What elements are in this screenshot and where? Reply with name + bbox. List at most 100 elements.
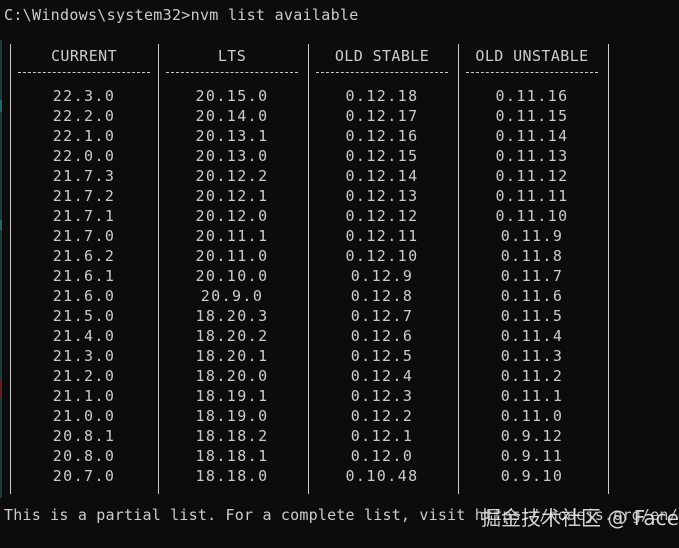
version-cell: 0.12.9 (350, 267, 414, 285)
version-cell: 20.11.0 (195, 247, 269, 265)
column-separator (608, 44, 609, 494)
version-cell: 0.11.1 (500, 387, 564, 405)
version-cell: 18.20.3 (195, 307, 269, 325)
version-cell: 0.12.18 (345, 87, 419, 105)
version-cell: 21.5.0 (52, 307, 116, 325)
column-separator (308, 44, 309, 494)
version-cell: 0.12.11 (345, 227, 419, 245)
column-values: 20.15.0 20.14.0 20.13.1 20.13.0 20.12.2 20.12… (162, 86, 302, 486)
version-cell: 0.11.0 (500, 407, 564, 425)
version-cell: 21.7.1 (52, 207, 116, 225)
header-rule (166, 72, 298, 73)
version-cell: 0.11.10 (495, 207, 569, 225)
version-cell: 21.2.0 (52, 367, 116, 385)
column-header: OLD STABLE (334, 47, 430, 65)
version-cell: 0.12.8 (350, 287, 414, 305)
version-cell: 0.12.7 (350, 307, 414, 325)
version-cell: 22.0.0 (52, 147, 116, 165)
version-cell: 0.11.12 (495, 167, 569, 185)
column-old-stable: OLD STABLE 0.12.18 0.12.17 0.12.16 0.12.15 0… (312, 46, 452, 485)
version-cell: 0.12.6 (350, 327, 414, 345)
scroll-mark (0, 220, 2, 230)
header-rule (466, 72, 598, 73)
version-cell: 0.12.1 (350, 427, 414, 445)
version-cell: 20.11.1 (195, 227, 269, 245)
version-cell: 0.9.12 (500, 427, 564, 445)
column-old-unstable: OLD UNSTABLE 0.11.16 0.11.15 0.11.14 0.11.1… (462, 46, 602, 485)
version-cell: 0.11.6 (500, 287, 564, 305)
version-cell: 20.14.0 (195, 107, 269, 125)
version-cell: 18.19.1 (195, 387, 269, 405)
version-cell: 0.12.3 (350, 387, 414, 405)
version-cell: 20.9.0 (200, 287, 264, 305)
version-cell: 0.12.15 (345, 147, 419, 165)
version-cell: 20.12.0 (195, 207, 269, 225)
column-values: 0.11.16 0.11.15 0.11.14 0.11.13 0.11.12 0.11.… (462, 86, 602, 486)
version-cell: 21.7.3 (52, 167, 116, 185)
version-cell: 22.1.0 (52, 127, 116, 145)
version-cell: 0.11.15 (495, 107, 569, 125)
version-cell: 20.13.1 (195, 127, 269, 145)
column-header: CURRENT (50, 47, 117, 65)
version-cell: 0.12.16 (345, 127, 419, 145)
version-cell: 0.9.10 (500, 467, 564, 485)
left-edge-strip (0, 40, 2, 498)
version-cell: 18.18.2 (195, 427, 269, 445)
version-cell: 21.4.0 (52, 327, 116, 345)
scroll-mark (0, 100, 2, 112)
version-cell: 20.13.0 (195, 147, 269, 165)
version-cell: 0.12.2 (350, 407, 414, 425)
version-cell: 20.12.2 (195, 167, 269, 185)
version-cell: 0.11.13 (495, 147, 569, 165)
version-cell: 0.11.14 (495, 127, 569, 145)
terminal-window[interactable]: C:\Windows\system32>nvm list available C… (0, 0, 679, 548)
version-cell: 0.12.17 (345, 107, 419, 125)
header-rule (316, 72, 448, 73)
version-cell: 21.6.0 (52, 287, 116, 305)
version-cell: 18.20.2 (195, 327, 269, 345)
version-cell: 20.8.0 (52, 447, 116, 465)
version-cell: 0.11.16 (495, 87, 569, 105)
version-cell: 18.19.0 (195, 407, 269, 425)
version-cell: 0.12.4 (350, 367, 414, 385)
version-cell: 0.11.11 (495, 187, 569, 205)
column-header: OLD UNSTABLE (475, 47, 589, 65)
column-separator (158, 44, 159, 494)
version-cell: 22.2.0 (52, 107, 116, 125)
column-header: LTS (217, 47, 247, 65)
version-cell: 21.0.0 (52, 407, 116, 425)
version-cell: 0.12.12 (345, 207, 419, 225)
version-cell: 18.18.1 (195, 447, 269, 465)
scroll-mark (0, 380, 2, 398)
watermark: 掘金技术社区 @ Face (481, 506, 679, 530)
version-cell: 21.7.0 (52, 227, 116, 245)
version-cell: 0.12.0 (350, 447, 414, 465)
column-values: 22.3.0 22.2.0 22.1.0 22.0.0 21.7.3 21.7.2 21.7… (14, 86, 154, 486)
column-separator (458, 44, 459, 494)
version-cell: 0.11.2 (500, 367, 564, 385)
version-cell: 0.11.5 (500, 307, 564, 325)
header-rule (18, 72, 150, 73)
column-current: CURRENT 22.3.0 22.2.0 22.1.0 22.0.0 21.7.3 21… (14, 46, 154, 485)
column-separator (10, 44, 11, 494)
version-cell: 0.9.11 (500, 447, 564, 465)
version-cell: 0.12.5 (350, 347, 414, 365)
version-cell: 21.6.1 (52, 267, 116, 285)
version-cell: 18.20.0 (195, 367, 269, 385)
version-cell: 0.11.8 (500, 247, 564, 265)
version-cell: 0.11.7 (500, 267, 564, 285)
command-prompt: C:\Windows\system32>nvm list available (4, 6, 359, 24)
version-cell: 21.7.2 (52, 187, 116, 205)
version-cell: 0.11.3 (500, 347, 564, 365)
version-cell: 21.1.0 (52, 387, 116, 405)
version-cell: 21.6.2 (52, 247, 116, 265)
version-cell: 20.15.0 (195, 87, 269, 105)
version-cell: 20.7.0 (52, 467, 116, 485)
version-cell: 20.12.1 (195, 187, 269, 205)
version-cell: 21.3.0 (52, 347, 116, 365)
version-cell: 18.20.1 (195, 347, 269, 365)
version-cell: 0.12.14 (345, 167, 419, 185)
version-cell: 20.10.0 (195, 267, 269, 285)
version-cell: 0.10.48 (345, 467, 419, 485)
version-cell: 20.8.1 (52, 427, 116, 445)
